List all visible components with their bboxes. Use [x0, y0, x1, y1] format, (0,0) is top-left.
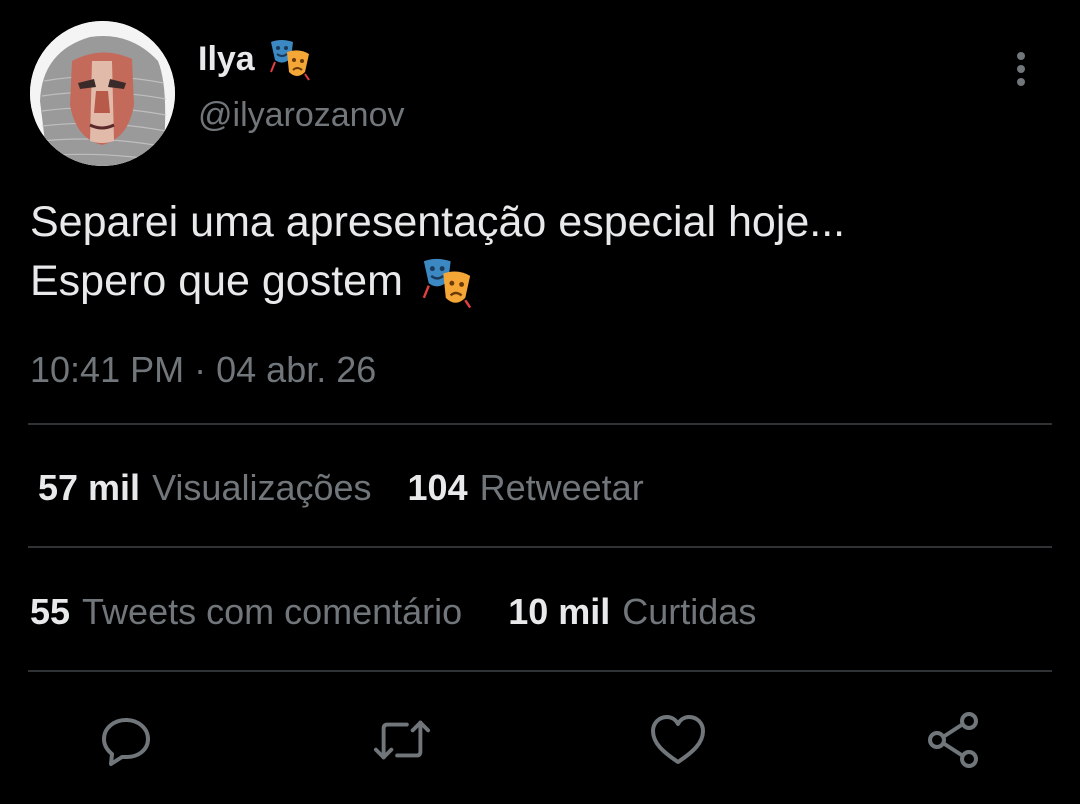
- author-name-row[interactable]: Ilya: [198, 34, 313, 84]
- retweets-stat[interactable]: 104 Retweetar: [408, 467, 644, 509]
- divider: [28, 546, 1052, 548]
- more-options-icon[interactable]: [1004, 48, 1038, 92]
- tweet-date: 04 abr. 26: [216, 349, 377, 390]
- share-icon: [928, 712, 978, 768]
- like-icon: [651, 715, 705, 764]
- quote-tweets-count: 55: [30, 591, 71, 632]
- like-button[interactable]: [648, 710, 708, 770]
- retweets-count: 104: [407, 467, 468, 508]
- display-name[interactable]: Ilya: [198, 40, 255, 79]
- performing-arts-icon: [422, 258, 472, 308]
- divider: [28, 423, 1052, 425]
- views-count: 57 mil: [38, 467, 141, 508]
- stats-row-1: 57 mil Visualizações 104 Retweetar: [38, 458, 680, 518]
- views-label: Visualizações: [152, 467, 372, 508]
- author-handle[interactable]: @ilyarozanov: [198, 96, 405, 135]
- tweet-text-line-1: Separei uma apresentação especial hoje..…: [30, 198, 846, 246]
- tweet-text: Separei uma apresentação especial hoje..…: [30, 193, 1060, 311]
- divider: [28, 670, 1052, 672]
- retweet-icon: [373, 720, 431, 760]
- retweets-label: Retweetar: [479, 467, 644, 508]
- share-button[interactable]: [924, 710, 984, 770]
- stats-row-2: 55 Tweets com comentário 10 mil Curtidas: [30, 582, 792, 642]
- quote-tweets-label: Tweets com comentário: [82, 591, 463, 632]
- quote-tweets-stat[interactable]: 55 Tweets com comentário: [30, 591, 462, 633]
- views-stat[interactable]: 57 mil Visualizações: [38, 467, 372, 509]
- reply-button[interactable]: [96, 710, 156, 770]
- retweet-button[interactable]: [372, 710, 432, 770]
- reply-icon: [102, 718, 150, 766]
- likes-stat[interactable]: 10 mil Curtidas: [508, 591, 756, 633]
- likes-label: Curtidas: [622, 591, 757, 632]
- timestamp-separator: ·: [194, 349, 207, 390]
- likes-count: 10 mil: [508, 591, 611, 632]
- avatar[interactable]: [30, 21, 175, 166]
- performing-arts-icon: [269, 40, 310, 81]
- timestamp[interactable]: 10:41 PM · 04 abr. 26: [30, 349, 376, 391]
- tweet-time: 10:41 PM: [30, 349, 185, 390]
- tweet-text-line-2: Espero que gostem: [30, 257, 403, 305]
